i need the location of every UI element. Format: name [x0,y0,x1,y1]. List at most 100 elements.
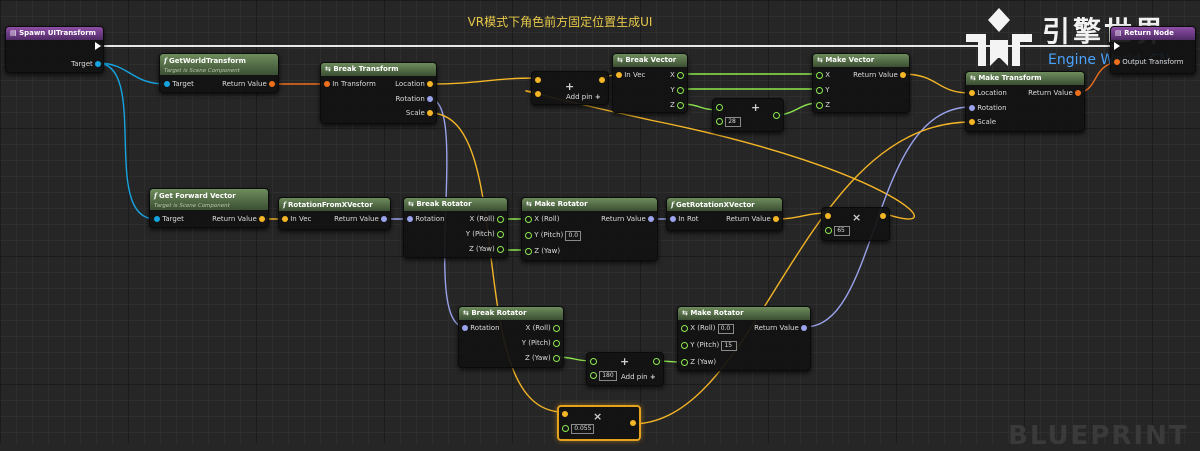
pin-b[interactable] [535,89,541,99]
pin-b[interactable]: 65 [825,225,851,236]
pin-b[interactable]: 28 [716,116,742,127]
value-field[interactable]: 28 [725,117,742,127]
pin-rotation[interactable]: Rotation [407,214,445,224]
pin-in-rot[interactable]: In Rot [670,214,699,224]
pin-z[interactable]: Z [816,100,830,110]
pin-in-transform[interactable]: In Transform [324,79,376,89]
pin-b[interactable]: 180 [590,370,617,381]
pin-a[interactable] [562,409,568,419]
pin-a[interactable] [590,356,597,366]
value-field[interactable]: 0.0 [565,231,582,241]
node-header[interactable]: ⇆ Break Transform [321,63,436,76]
pin-scale[interactable]: Scale [406,108,433,118]
pin-in-vec[interactable]: In Vec [282,214,311,224]
pin-x-roll[interactable]: X (Roll) [525,214,559,224]
pin-y[interactable]: Y [670,85,684,95]
pin-x[interactable]: X [816,70,830,80]
pin-y-pitch[interactable]: Y (Pitch) 15 [681,340,738,351]
pin-return-value[interactable]: Return Value [1028,88,1081,98]
pin-x-roll[interactable]: X (Roll) [526,323,560,333]
pin-x-roll[interactable]: X (Roll) 0.0 [681,323,734,334]
pin-x-roll[interactable]: X (Roll) [470,214,504,224]
pin-return-value[interactable]: Return Value [334,214,387,224]
node-header[interactable]: f Get Forward Vector Target is Scene Compo… [150,189,268,210]
node-header[interactable]: f GetRotationXVector [667,198,782,211]
node-header[interactable]: ⇆ Break Vector [613,54,687,67]
pin-in-vec[interactable]: In Vec [616,70,645,80]
pin-result[interactable] [630,418,636,428]
pin-z-yaw[interactable]: Z (Yaw) [525,353,560,363]
pin-rotation[interactable]: Rotation [395,94,433,104]
node-add-180[interactable]: + 180 Add pin + [586,352,664,386]
pin-result[interactable] [599,75,605,85]
node-make-rotator[interactable]: ⇆ Make Rotator X (Roll) Y (Pitch) 0.0 Z … [521,197,658,261]
pin-return-value[interactable]: Return Value [853,70,906,80]
pin-z-yaw[interactable]: Z (Yaw) [469,244,504,254]
node-get-forward-vector[interactable]: f Get Forward Vector Target is Scene Compo… [149,188,269,228]
node-header[interactable]: ⇆ Make Vector [813,54,909,67]
pin-return-value[interactable]: Return Value [726,214,779,224]
node-header[interactable]: ⇆ Make Rotator [678,307,810,320]
node-make-vector[interactable]: ⇆ Make Vector X Y Z Return Value [812,53,910,113]
pin-b[interactable]: 0.055 [562,423,595,434]
pin-z-yaw[interactable]: Z (Yaw) [525,246,560,256]
pin-y-pitch[interactable]: Y (Pitch) [466,229,504,239]
value-field[interactable]: 180 [599,371,617,381]
pin-return-value[interactable]: Return Value [222,79,275,89]
node-multiply-65[interactable]: × 65 [821,207,890,241]
add-pin-button[interactable]: Add pin + [621,372,656,382]
pin-rotation[interactable]: Rotation [462,323,500,333]
pin-location[interactable]: Location [395,79,433,89]
value-field[interactable]: 65 [834,226,851,236]
pin-a[interactable] [825,211,831,221]
value-field[interactable]: 0.0 [717,324,734,334]
pin-z-yaw[interactable]: Z (Yaw) [681,357,716,367]
pin-location[interactable]: Location [969,88,1007,98]
pin-z[interactable]: Z [670,100,684,110]
pin-return-value[interactable]: Return Value [601,214,654,224]
node-header[interactable]: ⇆ Break Rotator [459,307,563,320]
node-header[interactable]: ▤ Return Node [1111,27,1195,40]
pin-output-transform[interactable]: Output Transform [1114,57,1184,67]
pin-result[interactable] [880,211,886,221]
value-field[interactable]: 15 [721,341,738,351]
node-header[interactable]: ⇆ Break Rotator [404,198,507,211]
node-header[interactable]: ⇆ Make Rotator [522,198,657,211]
pin-a[interactable] [535,75,541,85]
node-break-rotator-2[interactable]: ⇆ Break Rotator Rotation X (Roll) Y (Pit… [458,306,564,368]
exec-in-pin[interactable] [1114,42,1120,52]
exec-out-pin[interactable] [95,42,101,52]
pin-scale[interactable]: Scale [969,117,996,127]
node-header[interactable]: f RotationFromXVector [279,198,390,211]
node-make-rotator-2[interactable]: ⇆ Make Rotator X (Roll) 0.0 Y (Pitch) 15… [677,306,811,371]
pin-a[interactable] [716,102,723,112]
node-add-float-28[interactable]: + 28 [712,98,784,132]
node-get-rotation-x-vector[interactable]: f GetRotationXVector In Rot Return Value [666,197,783,231]
node-break-vector[interactable]: ⇆ Break Vector In Vec X Y Z [612,53,688,113]
node-spawn-uitransform[interactable]: ▤ Spawn UITransform Target [5,26,104,73]
pin-target-in[interactable]: Target [154,214,184,224]
node-return[interactable]: ▤ Return Node Output Transform [1110,26,1196,74]
pin-result[interactable] [653,356,660,366]
pin-y-pitch[interactable]: Y (Pitch) 0.0 [525,230,582,241]
pin-y[interactable]: Y [816,85,830,95]
node-make-transform[interactable]: ⇆ Make Transform Location Rotation Scale… [965,71,1085,132]
pin-result[interactable] [773,110,780,120]
node-header[interactable]: ▤ Spawn UITransform [6,27,103,40]
pin-rotation[interactable]: Rotation [969,103,1007,113]
pin-return-value[interactable]: Return Value [212,214,265,224]
node-add-vector[interactable]: + Add pin + [531,71,609,105]
node-break-rotator[interactable]: ⇆ Break Rotator Rotation X (Roll) Y (Pit… [403,197,508,258]
pin-target-out[interactable]: Target [71,59,101,69]
node-header[interactable]: ⇆ Make Transform [966,72,1084,85]
node-multiply-0055[interactable]: × 0.055 [557,405,641,441]
node-get-world-transform[interactable]: f GetWorldTransform Target is Scene Compon… [159,53,279,93]
pin-target-in[interactable]: Target [164,79,194,89]
add-pin-button[interactable]: Add pin + [566,92,601,102]
node-header[interactable]: f GetWorldTransform Target is Scene Compon… [160,54,278,75]
pin-return-value[interactable]: Return Value [754,323,807,333]
node-rotation-from-x-vector[interactable]: f RotationFromXVector In Vec Return Value [278,197,391,230]
node-break-transform[interactable]: ⇆ Break Transform In Transform Location … [320,62,437,124]
value-field[interactable]: 0.055 [571,424,595,434]
pin-x[interactable]: X [670,70,684,80]
